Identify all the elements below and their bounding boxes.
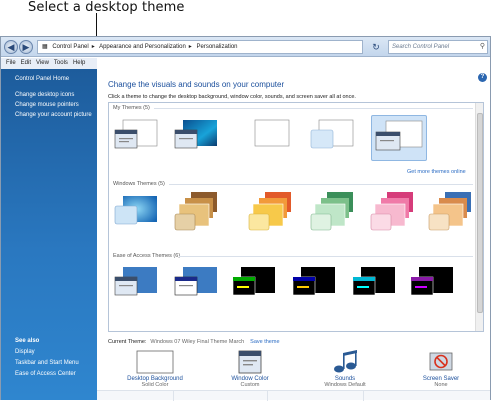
main-content: ? Change the visuals and sounds on your … (97, 69, 490, 400)
theme-thumbnail-high-contrast-2[interactable] (291, 263, 339, 307)
sounds-button[interactable]: Sounds Windows Default (305, 349, 385, 388)
save-theme-link[interactable]: Save theme (250, 339, 279, 345)
theme-thumbnail-my-4[interactable] (309, 116, 357, 160)
theme-thumbnail-architecture[interactable] (173, 190, 221, 234)
breadcrumb-control-panel[interactable]: Control Panel (52, 44, 88, 50)
theme-thumbnail-high-contrast-black[interactable] (351, 263, 399, 307)
sidebar-item-mouse-pointers[interactable]: Change mouse pointers (15, 102, 79, 108)
section-windows-themes: Windows Themes (5) (113, 181, 165, 187)
folder-icon: ▦ (42, 44, 48, 50)
callout-caption: Select a desktop theme (28, 0, 185, 15)
theme-thumbnail-landscapes[interactable] (309, 190, 357, 234)
theme-list-scrollbar[interactable] (475, 103, 483, 331)
address-bar: ◀ ▶ ▦ Control Panel ▸ Appearance and Pers… (1, 37, 490, 57)
chevron-right-icon: ▸ (188, 44, 192, 50)
section-divider (179, 256, 473, 257)
menu-bar: File Edit View Tools Help (1, 58, 97, 69)
sidebar-item-account-picture[interactable]: Change your account picture (15, 112, 92, 118)
current-theme-value: Windows 07 Wiley Final Theme March (150, 339, 245, 345)
theme-thumbnail-high-contrast-1[interactable] (231, 263, 279, 307)
menu-help[interactable]: Help (73, 60, 85, 66)
sidebar-item-taskbar[interactable]: Taskbar and Start Menu (15, 360, 79, 366)
refresh-icon[interactable]: ↻ (367, 40, 385, 54)
theme-thumbnail-my-selected[interactable] (371, 115, 427, 161)
scrollbar-thumb[interactable] (477, 113, 483, 313)
help-icon[interactable]: ? (478, 73, 487, 82)
theme-thumbnail-windows-7[interactable] (113, 192, 161, 236)
section-my-themes: My Themes (5) (113, 105, 150, 111)
theme-thumbnail-my-1[interactable] (113, 116, 161, 160)
page-title: Change the visuals and sounds on your co… (108, 80, 285, 89)
section-divider (169, 184, 473, 185)
menu-edit[interactable]: Edit (21, 60, 31, 66)
breadcrumb-appearance[interactable]: Appearance and Personalization (99, 44, 186, 50)
section-ease-of-access-themes: Ease of Access Themes (6) (113, 253, 181, 259)
see-also-heading: See also (15, 338, 40, 344)
personalization-window: ◀ ▶ ▦ Control Panel ▸ Appearance and Pers… (0, 36, 491, 401)
sidebar: Control Panel Home Change desktop icons … (1, 69, 97, 400)
menu-view[interactable]: View (36, 60, 49, 66)
window-color-button[interactable]: Window Color Custom (210, 349, 290, 388)
back-button[interactable]: ◀ (4, 40, 18, 54)
theme-thumbnail-my-3[interactable] (249, 116, 297, 160)
window-color-value: Custom (240, 382, 260, 388)
theme-thumbnail-high-contrast-white[interactable] (409, 263, 457, 307)
screen-saver-button[interactable]: Screen Saver None (401, 349, 481, 388)
theme-thumbnail-my-2[interactable] (173, 116, 221, 160)
sidebar-item-display[interactable]: Display (15, 349, 35, 355)
sidebar-item-home[interactable]: Control Panel Home (15, 76, 69, 82)
sounds-icon (305, 349, 385, 375)
menu-file[interactable]: File (6, 60, 16, 66)
current-theme-label: Current Theme: (108, 339, 147, 345)
screen-saver-value: None (434, 382, 448, 388)
search-input[interactable]: Search Control Panel ⚲ (388, 40, 488, 54)
page-subtitle: Click a theme to change the desktop back… (108, 94, 356, 100)
desktop-background-button[interactable]: Desktop Background Solid Color (115, 349, 195, 388)
get-more-themes-link[interactable]: Get more themes online (407, 169, 466, 175)
search-placeholder: Search Control Panel (392, 44, 450, 50)
status-bar (97, 390, 490, 401)
screen-saver-icon (401, 349, 481, 375)
theme-thumbnail-basic[interactable] (113, 263, 161, 307)
sidebar-item-ease-of-access[interactable]: Ease of Access Center (15, 371, 76, 377)
window-color-icon (210, 349, 290, 375)
section-divider (154, 108, 473, 109)
menu-bar-spacer (97, 58, 490, 69)
theme-thumbnail-scenes[interactable] (427, 190, 475, 234)
theme-thumbnail-characters[interactable] (247, 190, 295, 234)
sidebar-item-desktop-icons[interactable]: Change desktop icons (15, 92, 74, 98)
desktop-background-value: Solid Color (141, 382, 169, 388)
current-theme: Current Theme: Windows 07 Wiley Final The… (108, 339, 280, 345)
forward-button[interactable]: ▶ (19, 40, 33, 54)
theme-list: My Themes (5) Get more themes online Win… (108, 102, 484, 332)
theme-thumbnail-nature[interactable] (369, 190, 417, 234)
breadcrumb[interactable]: ▦ Control Panel ▸ Appearance and Personal… (37, 40, 363, 54)
breadcrumb-personalization[interactable]: Personalization (196, 44, 237, 50)
search-icon[interactable]: ⚲ (480, 41, 485, 53)
sounds-value: Windows Default (324, 382, 366, 388)
menu-tools[interactable]: Tools (54, 60, 68, 66)
theme-thumbnail-classic[interactable] (173, 263, 221, 307)
desktop-background-icon (115, 349, 195, 375)
chevron-right-icon: ▸ (91, 44, 95, 50)
